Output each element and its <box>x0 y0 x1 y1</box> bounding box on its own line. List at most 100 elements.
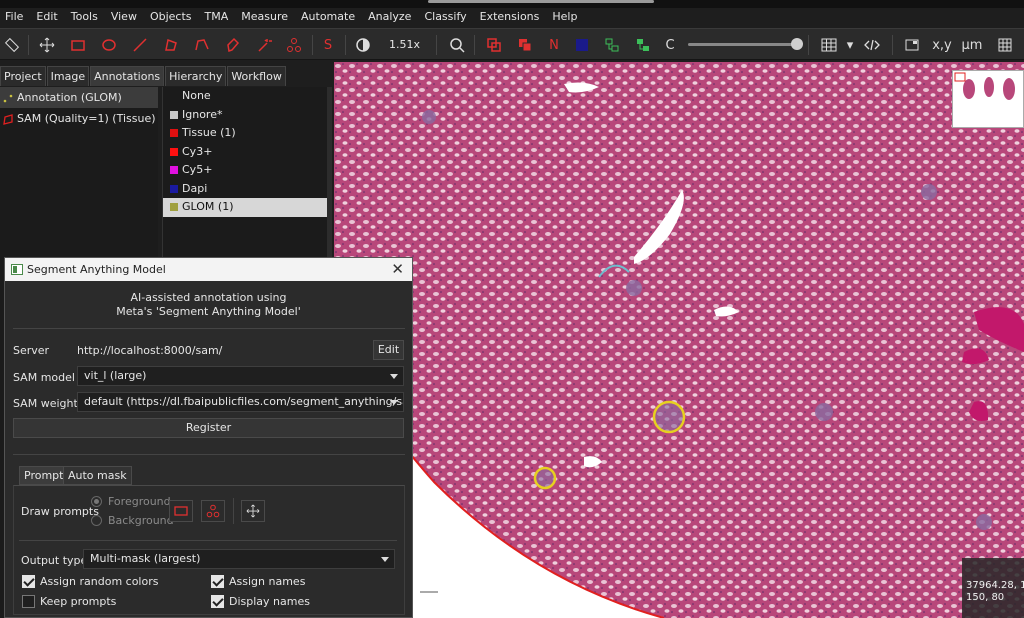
class-item-cy3[interactable]: Cy3+ <box>163 143 327 162</box>
panel-scrollbar[interactable] <box>327 87 332 262</box>
divider <box>233 498 234 524</box>
intro-line-1: AI-assisted annotation using <box>130 291 287 304</box>
points-prompt-icon[interactable] <box>201 500 225 522</box>
output-type-label: Output type <box>21 554 88 567</box>
class-item-dapi[interactable]: Dapi <box>163 180 327 199</box>
class-item-tissue[interactable]: Tissue (1) <box>163 124 327 143</box>
tab-auto-mask[interactable]: Auto mask <box>63 466 132 485</box>
left-panel-tabs: Project Image Annotations Hierarchy Work… <box>0 66 330 86</box>
class-label: Cy5+ <box>182 163 213 176</box>
keep-prompts-checkbox[interactable] <box>22 595 35 608</box>
sam-weights-label: SAM weights <box>13 397 84 410</box>
fill-detections-icon[interactable] <box>631 33 655 57</box>
tab-annotations[interactable]: Annotations <box>90 66 165 86</box>
color-swatch <box>170 203 178 211</box>
tab-project[interactable]: Project <box>0 66 46 86</box>
zoom-to-fit-icon[interactable] <box>445 33 469 57</box>
class-label: Dapi <box>182 181 208 195</box>
scalebar-icon[interactable]: µm <box>960 33 984 57</box>
opacity-slider-knob[interactable] <box>791 38 803 50</box>
opacity-slider-track[interactable] <box>688 43 798 46</box>
menu-analyze[interactable]: Analyze <box>363 8 419 26</box>
divider <box>13 454 405 455</box>
fill-annotations-icon[interactable] <box>513 33 537 57</box>
output-type-select[interactable]: Multi-mask (largest) <box>83 549 395 569</box>
annotation-label: SAM (Quality=1) (Tissue) <box>17 112 156 125</box>
menu-tma[interactable]: TMA <box>200 8 237 26</box>
edit-button[interactable]: Edit <box>373 340 404 360</box>
toolbar-separator <box>345 35 346 55</box>
cursor-location: 37964.28, 14 150, 80 <box>962 558 1024 618</box>
toolbar-separator <box>436 35 437 55</box>
wand-tool-icon[interactable] <box>252 33 276 57</box>
display-names-label: Display names <box>229 595 310 608</box>
output-type-value: Multi-mask (largest) <box>90 552 201 565</box>
class-item-glom[interactable]: GLOM (1) <box>163 198 327 217</box>
menu-classify[interactable]: Classify <box>419 8 474 26</box>
toolbar-separator <box>808 35 809 55</box>
brush-tool-icon[interactable] <box>221 33 245 57</box>
menu-view[interactable]: View <box>106 8 145 26</box>
window-top-strip <box>0 0 1024 8</box>
menu-file[interactable]: File <box>0 8 31 26</box>
script-editor-icon[interactable] <box>860 33 884 57</box>
background-radio[interactable] <box>91 515 102 526</box>
sam-model-select[interactable]: vit_l (large) <box>77 366 404 386</box>
class-item-none[interactable]: None <box>163 87 327 106</box>
list-item[interactable]: SAM (Quality=1) (Tissue) <box>0 108 158 129</box>
display-names-checkbox[interactable] <box>211 595 224 608</box>
move-tool-icon[interactable] <box>35 33 59 57</box>
image-viewer[interactable] <box>334 62 1024 618</box>
menu-objects[interactable]: Objects <box>145 8 200 26</box>
list-item[interactable]: Annotation (GLOM) <box>0 87 158 108</box>
show-detections-icon[interactable] <box>600 33 624 57</box>
menu-automate[interactable]: Automate <box>296 8 363 26</box>
counting-grid-icon[interactable] <box>993 33 1017 57</box>
color-swatch <box>170 129 178 137</box>
tab-workflow[interactable]: Workflow <box>227 66 286 86</box>
line-tool-icon[interactable] <box>128 33 152 57</box>
foreground-radio[interactable] <box>91 496 102 507</box>
ellipse-tool-icon[interactable] <box>97 33 121 57</box>
menu-edit[interactable]: Edit <box>31 8 65 26</box>
show-names-icon[interactable]: N <box>542 33 566 57</box>
chevron-down-icon[interactable]: ▾ <box>838 33 862 57</box>
color-swatch <box>170 184 178 193</box>
class-list: None Ignore* Tissue (1) Cy3+ Cy5+ Dapi G… <box>162 87 327 262</box>
tab-prompt[interactable]: Prompt <box>19 466 69 485</box>
class-label: Tissue (1) <box>182 126 236 139</box>
register-button[interactable]: Register <box>13 418 404 438</box>
dialog-titlebar[interactable]: Segment Anything Model ✕ <box>5 258 412 281</box>
tab-image[interactable]: Image <box>46 66 90 86</box>
assign-names-checkbox[interactable] <box>211 575 224 588</box>
points-tool-icon[interactable] <box>282 33 306 57</box>
menu-measure[interactable]: Measure <box>236 8 296 26</box>
polyline-tool-icon[interactable] <box>190 33 214 57</box>
toolbar-separator <box>892 35 893 55</box>
overview-thumbnail[interactable] <box>952 70 1024 128</box>
sam-weights-select[interactable]: default (https://dl.fbaipublicfiles.com/… <box>77 392 404 412</box>
rectangle-tool-icon[interactable] <box>66 33 90 57</box>
divider <box>19 540 397 541</box>
move-tool-icon[interactable] <box>241 500 265 522</box>
close-icon[interactable]: ✕ <box>391 258 404 281</box>
class-item-cy5[interactable]: Cy5+ <box>163 161 327 180</box>
tab-hierarchy[interactable]: Hierarchy <box>165 66 227 86</box>
show-tma-grid-icon[interactable] <box>570 33 594 57</box>
polygon-tool-icon[interactable] <box>159 33 183 57</box>
overview-icon[interactable] <box>900 33 924 57</box>
menu-help[interactable]: Help <box>547 8 585 26</box>
assign-random-colors-checkbox[interactable] <box>22 575 35 588</box>
class-item-ignore[interactable]: Ignore* <box>163 106 327 125</box>
selection-mode-icon[interactable]: S <box>316 33 340 57</box>
rectangle-prompt-icon[interactable] <box>169 500 193 522</box>
show-annotations-icon[interactable] <box>482 33 506 57</box>
point-annotation-icon <box>2 91 14 103</box>
show-connections-icon[interactable]: C <box>658 33 682 57</box>
ruler-icon[interactable] <box>0 33 24 57</box>
menu-tools[interactable]: Tools <box>66 8 106 26</box>
brightness-contrast-icon[interactable] <box>351 33 375 57</box>
menu-extensions[interactable]: Extensions <box>475 8 548 26</box>
location-icon[interactable]: x,y <box>930 33 954 57</box>
zoom-level: 1.51x <box>389 38 421 51</box>
